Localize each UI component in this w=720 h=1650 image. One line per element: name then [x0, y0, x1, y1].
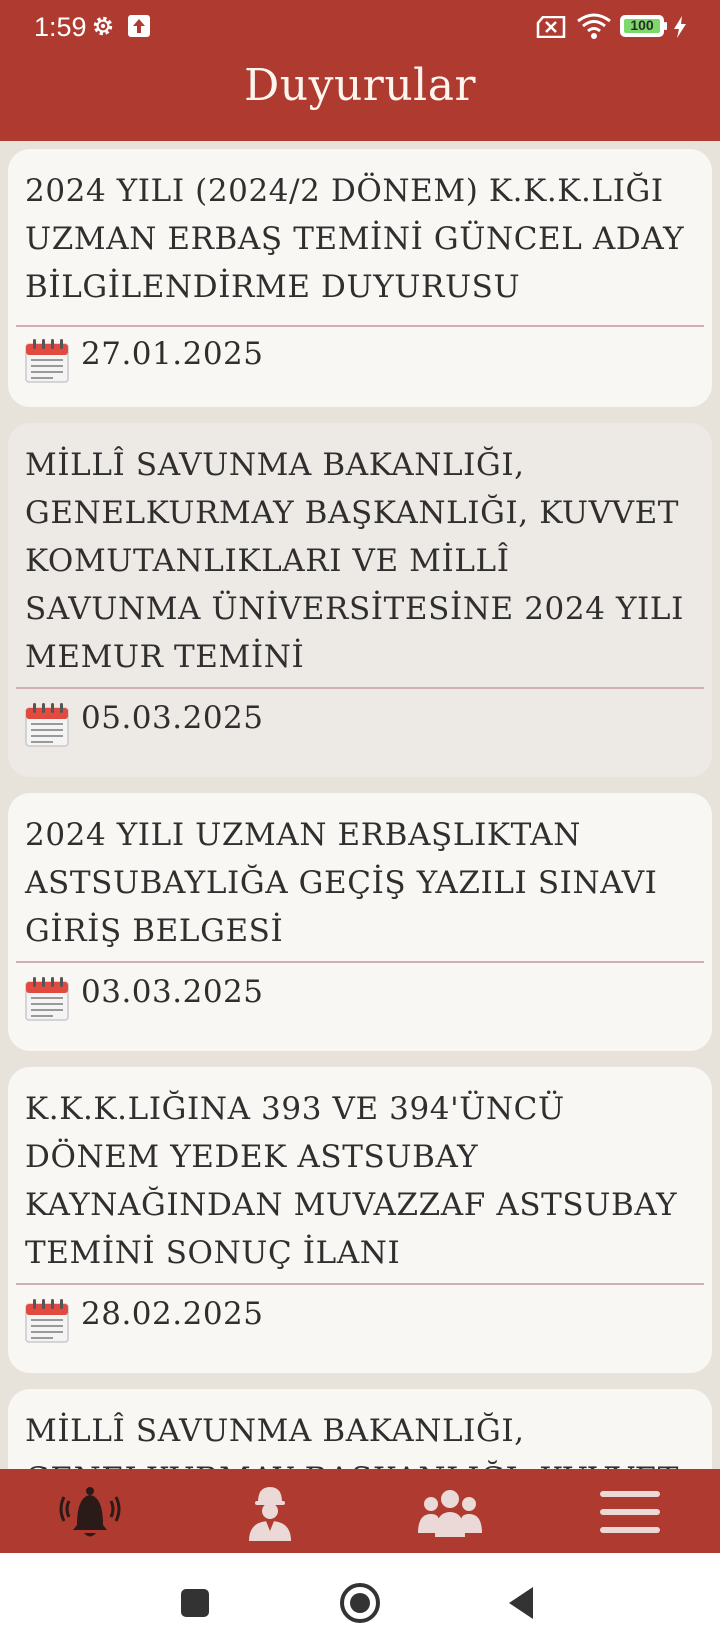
nav-menu[interactable] — [540, 1469, 720, 1553]
announcement-title: 2024 YILI UZMAN ERBAŞLIKTAN ASTSUBAYLIĞA… — [25, 817, 658, 949]
announcement-card[interactable]: 2024 YILI UZMAN ERBAŞLIKTAN ASTSUBAYLIĞA… — [8, 793, 712, 1051]
nav-announcements[interactable] — [0, 1469, 180, 1553]
sim-off-icon — [536, 16, 566, 38]
announcement-date: 03.03.2025 — [81, 974, 264, 1010]
announcement-card[interactable]: 2024 YILI (2024/2 DÖNEM) K.K.K.LIĞI UZMA… — [8, 149, 712, 407]
nav-group[interactable] — [360, 1469, 540, 1553]
nav-soldier[interactable] — [180, 1469, 360, 1553]
card-divider — [16, 1283, 704, 1285]
group-icon — [418, 1490, 482, 1537]
status-time: 1:59 — [34, 12, 87, 42]
announcement-card[interactable]: MİLLÎ SAVUNMA BAKANLIĞI, GENELKURMAY BAŞ… — [8, 423, 712, 777]
upload-icon — [128, 15, 150, 37]
app-header: 1:59 100 Duyurular — [0, 0, 720, 141]
home-button[interactable] — [338, 1581, 382, 1625]
card-divider — [16, 325, 704, 327]
menu-icon — [600, 1491, 660, 1533]
announcement-date: 28.02.2025 — [81, 1296, 264, 1332]
card-divider — [16, 687, 704, 689]
announcement-title: MİLLÎ SAVUNMA BAKANLIĞI, GENELKURMAY BAŞ… — [25, 1413, 678, 1469]
gear-icon — [93, 16, 113, 36]
announcement-card[interactable]: MİLLÎ SAVUNMA BAKANLIĞI, GENELKURMAY BAŞ… — [8, 1389, 712, 1469]
announcement-title: MİLLÎ SAVUNMA BAKANLIĞI, GENELKURMAY BAŞ… — [25, 447, 684, 675]
card-divider — [16, 961, 704, 963]
announcement-card[interactable]: K.K.K.LIĞINA 393 VE 394'ÜNCÜ DÖNEM YEDEK… — [8, 1067, 712, 1373]
calendar-icon — [25, 703, 69, 747]
status-bar: 1:59 100 — [0, 0, 720, 56]
calendar-icon — [25, 339, 69, 383]
page-title: Duyurular — [243, 60, 477, 111]
announcement-date: 05.03.2025 — [81, 700, 264, 736]
soldier-icon — [249, 1487, 291, 1541]
wifi-icon — [577, 13, 611, 39]
charging-bolt-icon — [674, 16, 686, 38]
back-button[interactable] — [501, 1581, 545, 1625]
calendar-icon — [25, 1299, 69, 1343]
bell-icon — [59, 1487, 121, 1537]
announcement-list[interactable]: 2024 YILI (2024/2 DÖNEM) K.K.K.LIĞI UZMA… — [0, 141, 720, 1469]
announcement-title: K.K.K.LIĞINA 393 VE 394'ÜNCÜ DÖNEM YEDEK… — [25, 1091, 678, 1271]
announcement-date: 27.01.2025 — [81, 336, 264, 372]
battery-level: 100 — [630, 17, 654, 33]
bottom-navigation — [0, 1469, 720, 1553]
announcement-title: 2024 YILI (2024/2 DÖNEM) K.K.K.LIĞI UZMA… — [25, 173, 685, 305]
recents-button[interactable] — [173, 1581, 217, 1625]
system-navigation — [0, 1553, 720, 1650]
calendar-icon — [25, 977, 69, 1021]
